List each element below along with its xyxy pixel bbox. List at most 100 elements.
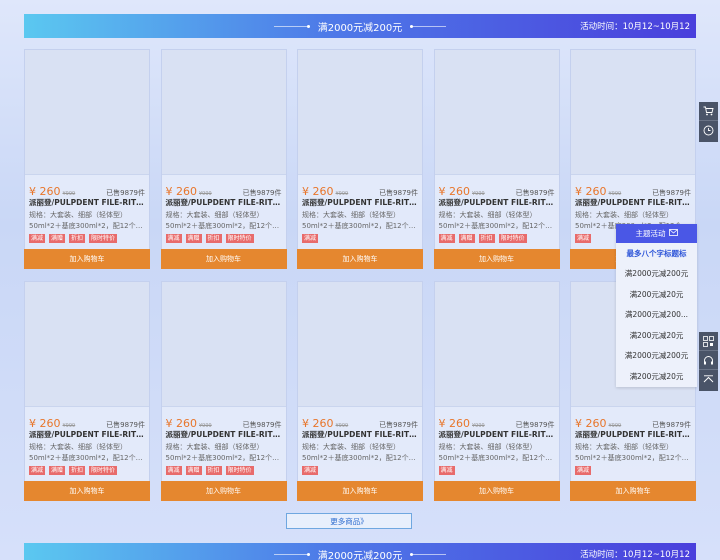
product-spec: 规格：大套装、细部（轻体型）: [29, 443, 127, 451]
product-image[interactable]: [434, 282, 559, 407]
promo-tags: 满减 满赠 折扣 限时特价: [162, 466, 286, 475]
topic-menu-item[interactable]: 满2000元减200元: [616, 264, 697, 285]
product-name[interactable]: 派丽登/PULPDENT FILE-RITETM...: [25, 197, 149, 208]
back-to-top-icon[interactable]: [699, 370, 718, 389]
topic-menu-item[interactable]: 满2000元减200元: [616, 346, 697, 367]
product-image[interactable]: [434, 50, 559, 175]
promo-tag: 满减: [575, 234, 592, 243]
product-image[interactable]: [161, 282, 286, 407]
add-to-cart-button[interactable]: 加入购物车: [433, 481, 560, 501]
product-name[interactable]: 派丽登/PULPDENT FILE-RITETM...: [571, 197, 695, 208]
product-spec: 规格：大套装、细部（轻体型）: [29, 211, 127, 219]
product-image[interactable]: [571, 50, 695, 175]
cart-icon[interactable]: [699, 102, 718, 121]
product-card[interactable]: ¥ 260 ¥999 已售9879件 派丽登/PULPDENT FILE-RITE…: [297, 49, 423, 269]
product-image[interactable]: [25, 282, 149, 407]
decor-line-left: [273, 24, 310, 28]
topic-panel-header[interactable]: 主题活动: [616, 224, 697, 243]
topic-activity-panel: 主题活动 最多八个字标题标 满2000元减200元 满200元减20元 满2000元减…: [616, 224, 697, 387]
add-to-cart-button[interactable]: 加入购物车: [24, 249, 150, 269]
promo-tag: 满减: [165, 234, 182, 243]
promo-tags: 满减: [571, 466, 695, 475]
product-spec-detail: 50ml*2＋基底300ml*2，配12个混...: [165, 222, 286, 230]
product-card[interactable]: ¥ 260 ¥999 已售9879件 派丽登/PULPDENT FILE-RITE…: [433, 281, 560, 501]
product-name[interactable]: 派丽登/PULPDENT FILE-RITETM...: [435, 429, 559, 440]
promo-tag: 满赠: [49, 466, 66, 475]
product-name[interactable]: 派丽登/PULPDENT FILE-RITETM...: [435, 197, 559, 208]
headset-icon[interactable]: [699, 351, 718, 370]
promo-tag: 折扣: [205, 234, 222, 243]
product-card[interactable]: ¥ 260 ¥999 已售9879件 派丽登/PULPDENT FILE-RITE…: [24, 281, 150, 501]
product-grid-row-1: ¥ 260 ¥999 已售9879件 派丽登/PULPDENT FILE-RITE…: [24, 49, 696, 269]
promo-tag: 满赠: [185, 466, 202, 475]
promo-tags: 满减: [298, 234, 422, 243]
topic-menu-item[interactable]: 满200元减20元: [616, 325, 697, 346]
promo-tags: 满减 满赠 折扣 限时特价: [25, 466, 149, 475]
product-card[interactable]: ¥ 260 ¥999 已售9879件 派丽登/PULPDENT FILE-RITE…: [160, 281, 287, 501]
promo-tag: 满赠: [49, 234, 66, 243]
promo-tags: 满减: [435, 466, 559, 475]
topic-menu-item[interactable]: 满2000元减200...: [616, 305, 697, 326]
product-name[interactable]: 派丽登/PULPDENT FILE-RITETM...: [25, 429, 149, 440]
add-to-cart-button[interactable]: 加入购物车: [297, 481, 423, 501]
banner-title: 满2000元减200元: [317, 550, 403, 560]
top-promo-banner: 满2000元减200元 活动时间：10月12~10月12: [24, 14, 696, 38]
product-card[interactable]: ¥ 260 ¥999 已售9879件 派丽登/PULPDENT FILE-RITE…: [24, 49, 150, 269]
promo-tag: 满减: [29, 234, 46, 243]
promo-tag: 限时特价: [89, 466, 118, 475]
topic-menu-item[interactable]: 最多八个字标题标: [616, 243, 697, 264]
product-spec: 规格：大套装、细部（轻体型）: [302, 211, 400, 219]
more-products-button[interactable]: 更多商品》: [286, 513, 412, 529]
promo-tag: 限时特价: [89, 234, 118, 243]
bottom-promo-banner: 满2000元减200元 活动时间：10月12~10月12: [24, 543, 696, 560]
product-image[interactable]: [161, 50, 286, 175]
side-toolbar-top: [699, 102, 718, 142]
product-name[interactable]: 派丽登/PULPDENT FILE-RITETM...: [298, 197, 422, 208]
promo-tag: 满赠: [458, 234, 475, 243]
promo-tag: 折扣: [205, 466, 222, 475]
promo-tag: 满减: [438, 466, 455, 475]
product-name[interactable]: 派丽登/PULPDENT FILE-RITETM...: [162, 197, 286, 208]
product-card[interactable]: ¥ 260 ¥999 已售9879件 派丽登/PULPDENT FILE-RITE…: [297, 281, 423, 501]
product-name[interactable]: 派丽登/PULPDENT FILE-RITETM...: [162, 429, 286, 440]
product-image[interactable]: [298, 282, 422, 407]
add-to-cart-button[interactable]: 加入购物车: [433, 249, 560, 269]
promo-tag: 限时特价: [225, 234, 254, 243]
promo-tag: 折扣: [69, 234, 86, 243]
product-spec: 规格：大套装、细部（轻体型）: [575, 443, 673, 451]
add-to-cart-button[interactable]: 加入购物车: [570, 481, 696, 501]
product-image[interactable]: [25, 50, 149, 175]
topic-menu-item[interactable]: 满200元减20元: [616, 284, 697, 305]
promo-tags: 满减 满赠 折扣 限时特价: [435, 234, 559, 243]
topic-menu-item[interactable]: 满200元减20元: [616, 366, 697, 387]
product-card[interactable]: ¥ 260 ¥999 已售9879件 派丽登/PULPDENT FILE-RITE…: [160, 49, 287, 269]
product-spec-detail: 50ml*2＋基底300ml*2，配12个混...: [29, 454, 149, 462]
decor-line-right: [410, 24, 447, 28]
product-image[interactable]: [298, 50, 422, 175]
product-spec-detail: 50ml*2＋基底300ml*2，配12个混...: [575, 454, 695, 462]
product-spec: 规格：大套装、细部（轻体型）: [165, 443, 264, 451]
promo-tags: 满减 满赠 折扣 限时特价: [25, 234, 149, 243]
banner-title: 满2000元减200元: [317, 22, 403, 34]
qrcode-icon[interactable]: [699, 332, 718, 351]
add-to-cart-button[interactable]: 加入购物车: [24, 481, 150, 501]
add-to-cart-button[interactable]: 加入购物车: [160, 481, 287, 501]
promo-tag: 满减: [438, 234, 455, 243]
product-name[interactable]: 派丽登/PULPDENT FILE-RITETM...: [298, 429, 422, 440]
product-spec: 规格：大套装、细部（轻体型）: [165, 211, 264, 219]
clock-icon[interactable]: [699, 121, 718, 140]
promo-tag: 满减: [302, 466, 319, 475]
promo-tag: 满减: [302, 234, 319, 243]
banner-time: 活动时间：10月12~10月12: [580, 22, 690, 32]
promo-tag: 限时特价: [225, 466, 254, 475]
promo-tag: 满赠: [185, 234, 202, 243]
add-to-cart-button[interactable]: 加入购物车: [297, 249, 423, 269]
product-spec-detail: 50ml*2＋基底300ml*2，配12个混...: [438, 222, 559, 230]
product-card[interactable]: ¥ 260 ¥999 已售9879件 派丽登/PULPDENT FILE-RITE…: [433, 49, 560, 269]
promo-tags: 满减: [298, 466, 422, 475]
product-name[interactable]: 派丽登/PULPDENT FILE-RITETM...: [571, 429, 695, 440]
add-to-cart-button[interactable]: 加入购物车: [160, 249, 287, 269]
promo-tag: 满减: [575, 466, 592, 475]
product-spec: 规格：大套装、细部（轻体型）: [438, 211, 537, 219]
product-spec: 规格：大套装、细部（轻体型）: [438, 443, 537, 451]
